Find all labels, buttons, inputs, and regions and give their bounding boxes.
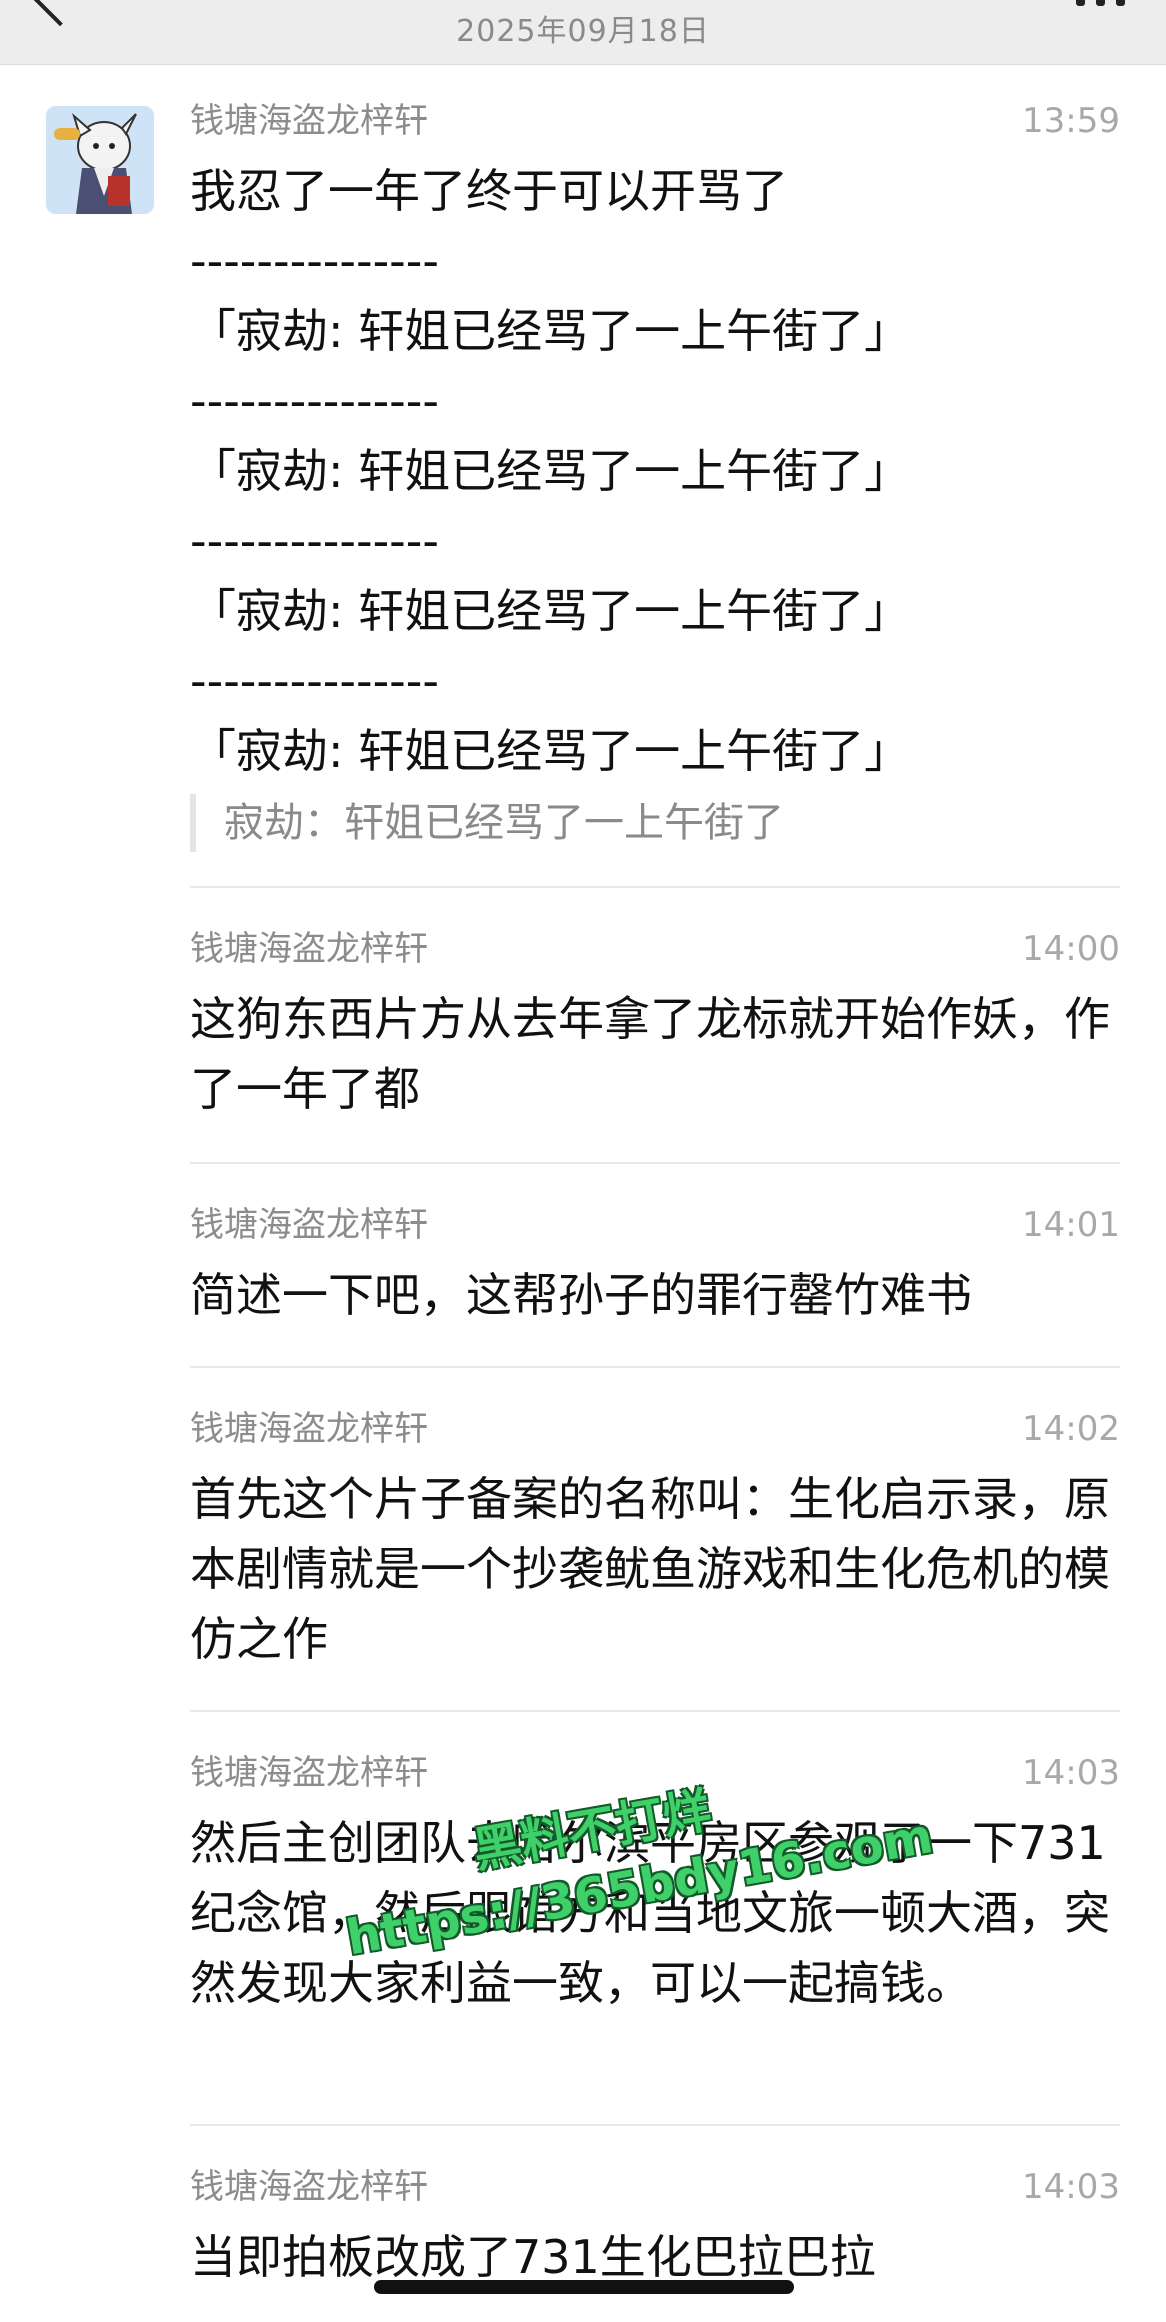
top-bar: 2025年09月18日 xyxy=(0,0,1166,65)
message-time: 14:01 xyxy=(1022,1205,1120,1245)
message-item[interactable]: 钱塘海盗龙梓轩 14:02 首先这个片子备案的名称叫：生化启示录，原本剧情就是一… xyxy=(190,1404,1120,1674)
message-text: 首先这个片子备案的名称叫：生化启示录，原本剧情就是一个抄袭鱿鱼游戏和生化危机的模… xyxy=(190,1472,1110,1666)
more-dots-icon[interactable] xyxy=(1076,0,1126,6)
message-item[interactable]: 钱塘海盗龙梓轩 14:00 这狗东西片方从去年拿了龙标就开始作妖，作了一年了都 xyxy=(190,924,1120,1124)
message-time: 14:00 xyxy=(1022,929,1120,969)
avatar[interactable] xyxy=(46,106,154,214)
home-indicator[interactable] xyxy=(374,2280,794,2294)
divider xyxy=(190,1366,1120,1368)
quoted-reply[interactable]: 寂劫：轩姐已经骂了一上午街了 xyxy=(190,794,1120,852)
message-item[interactable]: 钱塘海盗龙梓轩 13:59 我忍了一年了终于可以开骂了 ------------… xyxy=(190,96,1120,852)
sender-name[interactable]: 钱塘海盗龙梓轩 xyxy=(190,1409,428,1449)
sender-name[interactable]: 钱塘海盗龙梓轩 xyxy=(190,1205,428,1245)
divider xyxy=(190,886,1120,888)
message-time: 14:02 xyxy=(1022,1409,1120,1449)
message-item[interactable]: 钱塘海盗龙梓轩 14:01 简述一下吧，这帮孙子的罪行罄竹难书 xyxy=(190,1200,1120,1330)
divider xyxy=(190,1162,1120,1164)
message-text: 简述一下吧，这帮孙子的罪行罄竹难书 xyxy=(190,1268,972,1322)
message-text: 我忍了一年了终于可以开骂了 --------------- 「寂劫: 轩姐已经骂… xyxy=(190,164,911,778)
message-time: 14:03 xyxy=(1022,1753,1120,1793)
sender-name[interactable]: 钱塘海盗龙梓轩 xyxy=(190,929,428,969)
message-item[interactable]: 钱塘海盗龙梓轩 14:03 当即拍板改成了731生化巴拉巴拉 xyxy=(190,2162,1120,2292)
message-time: 13:59 xyxy=(1022,101,1120,141)
message-time: 14:03 xyxy=(1022,2167,1120,2207)
message-text: 然后主创团队去哈尔滨平房区参观了一下731纪念馆，然后跟馆方和当地文旅一顿大酒，… xyxy=(190,1816,1110,2010)
divider xyxy=(190,1710,1120,1712)
sender-name[interactable]: 钱塘海盗龙梓轩 xyxy=(190,1753,428,1793)
message-text: 这狗东西片方从去年拿了龙标就开始作妖，作了一年了都 xyxy=(190,992,1110,1116)
divider xyxy=(190,2124,1120,2126)
date-label: 2025年09月18日 xyxy=(456,14,710,49)
sender-name[interactable]: 钱塘海盗龙梓轩 xyxy=(190,101,428,141)
message-item[interactable]: 钱塘海盗龙梓轩 14:03 然后主创团队去哈尔滨平房区参观了一下731纪念馆，然… xyxy=(190,1748,1120,2018)
sender-name[interactable]: 钱塘海盗龙梓轩 xyxy=(190,2167,428,2207)
